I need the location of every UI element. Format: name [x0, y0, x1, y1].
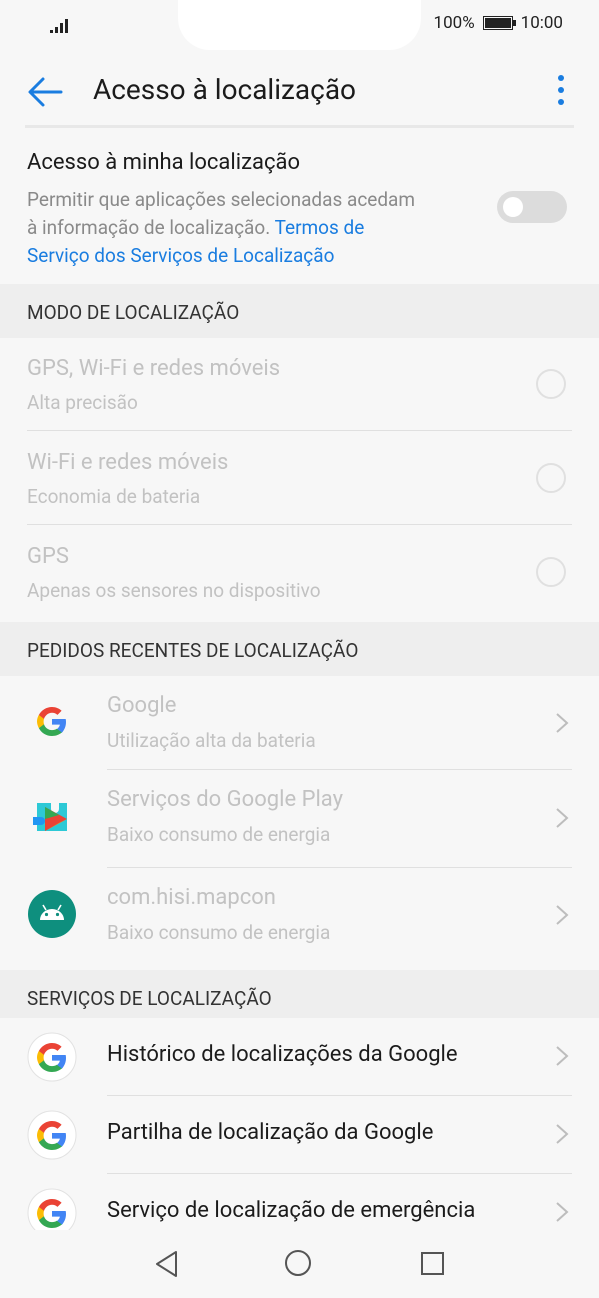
- chevron-right-icon: [556, 713, 569, 733]
- radio-button[interactable]: [536, 463, 566, 493]
- radio-button[interactable]: [536, 557, 566, 587]
- location-services-list: Histórico de localizações da Google Part…: [0, 1018, 599, 1230]
- mode-option-battery-saving[interactable]: Wi-Fi e redes móveis Economia de bateria: [0, 431, 599, 525]
- chevron-right-icon: [556, 808, 569, 828]
- chevron-right-icon: [556, 1046, 569, 1066]
- chevron-right-icon: [556, 1202, 569, 1222]
- service-google-location-history[interactable]: Histórico de localizações da Google: [0, 1018, 599, 1095]
- location-access-row[interactable]: Acesso à minha localização Permitir que …: [0, 128, 599, 284]
- app-bar: Acesso à localização: [0, 50, 599, 128]
- radio-button[interactable]: [536, 369, 566, 399]
- terms-link-continued[interactable]: Serviço dos Serviços de Localização: [27, 244, 334, 267]
- android-icon: [28, 890, 76, 938]
- service-emergency-location[interactable]: Serviço de localização de emergência: [0, 1174, 599, 1230]
- location-access-description: Permitir que aplicações selecionadas ace…: [27, 188, 416, 267]
- chevron-right-icon: [556, 1124, 569, 1144]
- mode-option-device-only[interactable]: GPS Apenas os sensores no dispositivo: [0, 525, 599, 622]
- signal-icon: [50, 19, 68, 33]
- nav-home-icon[interactable]: [285, 1250, 311, 1276]
- status-bar: 100% 10:00: [0, 0, 599, 50]
- location-mode-list: GPS, Wi-Fi e redes móveis Alta precisão …: [0, 338, 599, 622]
- recent-request-google[interactable]: Google Utilização alta da bateria: [0, 676, 599, 769]
- chevron-right-icon: [556, 905, 569, 925]
- mode-option-high-accuracy[interactable]: GPS, Wi-Fi e redes móveis Alta precisão: [0, 338, 599, 431]
- google-icon: [37, 707, 66, 736]
- terms-link[interactable]: Termos de: [275, 216, 365, 239]
- toggle-knob: [503, 197, 523, 217]
- more-options-icon[interactable]: [549, 73, 573, 109]
- google-icon: [27, 1110, 77, 1160]
- page-title: Acesso à localização: [93, 73, 357, 106]
- system-navigation-bar: [0, 1230, 599, 1298]
- google-icon: [27, 1188, 77, 1230]
- location-access-title: Acesso à minha localização: [27, 150, 300, 175]
- nav-back-icon[interactable]: [154, 1250, 180, 1278]
- camera-notch: [178, 0, 421, 50]
- battery-icon: [482, 16, 516, 30]
- service-google-location-sharing[interactable]: Partilha de localização da Google: [0, 1096, 599, 1173]
- nav-recent-apps-icon[interactable]: [421, 1252, 444, 1275]
- recent-requests-list: Google Utilização alta da bateria Serviç…: [0, 676, 599, 970]
- clock: 10:00: [520, 13, 563, 33]
- recent-request-mapcon[interactable]: com.hisi.mapcon Baixo consumo de energia: [0, 868, 599, 970]
- back-arrow-icon[interactable]: [25, 72, 65, 112]
- section-header-services: SERVIÇOS DE LOCALIZAÇÃO: [0, 970, 599, 1024]
- location-access-toggle[interactable]: [497, 191, 567, 223]
- section-header-recent: PEDIDOS RECENTES DE LOCALIZAÇÃO: [0, 622, 599, 676]
- battery-percent: 100%: [433, 13, 475, 33]
- section-header-mode: MODO DE LOCALIZAÇÃO: [0, 284, 599, 338]
- status-right: 100% 10:00: [434, 13, 563, 33]
- play-services-icon: [33, 803, 67, 831]
- recent-request-play-services[interactable]: Serviços do Google Play Baixo consumo de…: [0, 770, 599, 867]
- google-icon: [27, 1032, 77, 1082]
